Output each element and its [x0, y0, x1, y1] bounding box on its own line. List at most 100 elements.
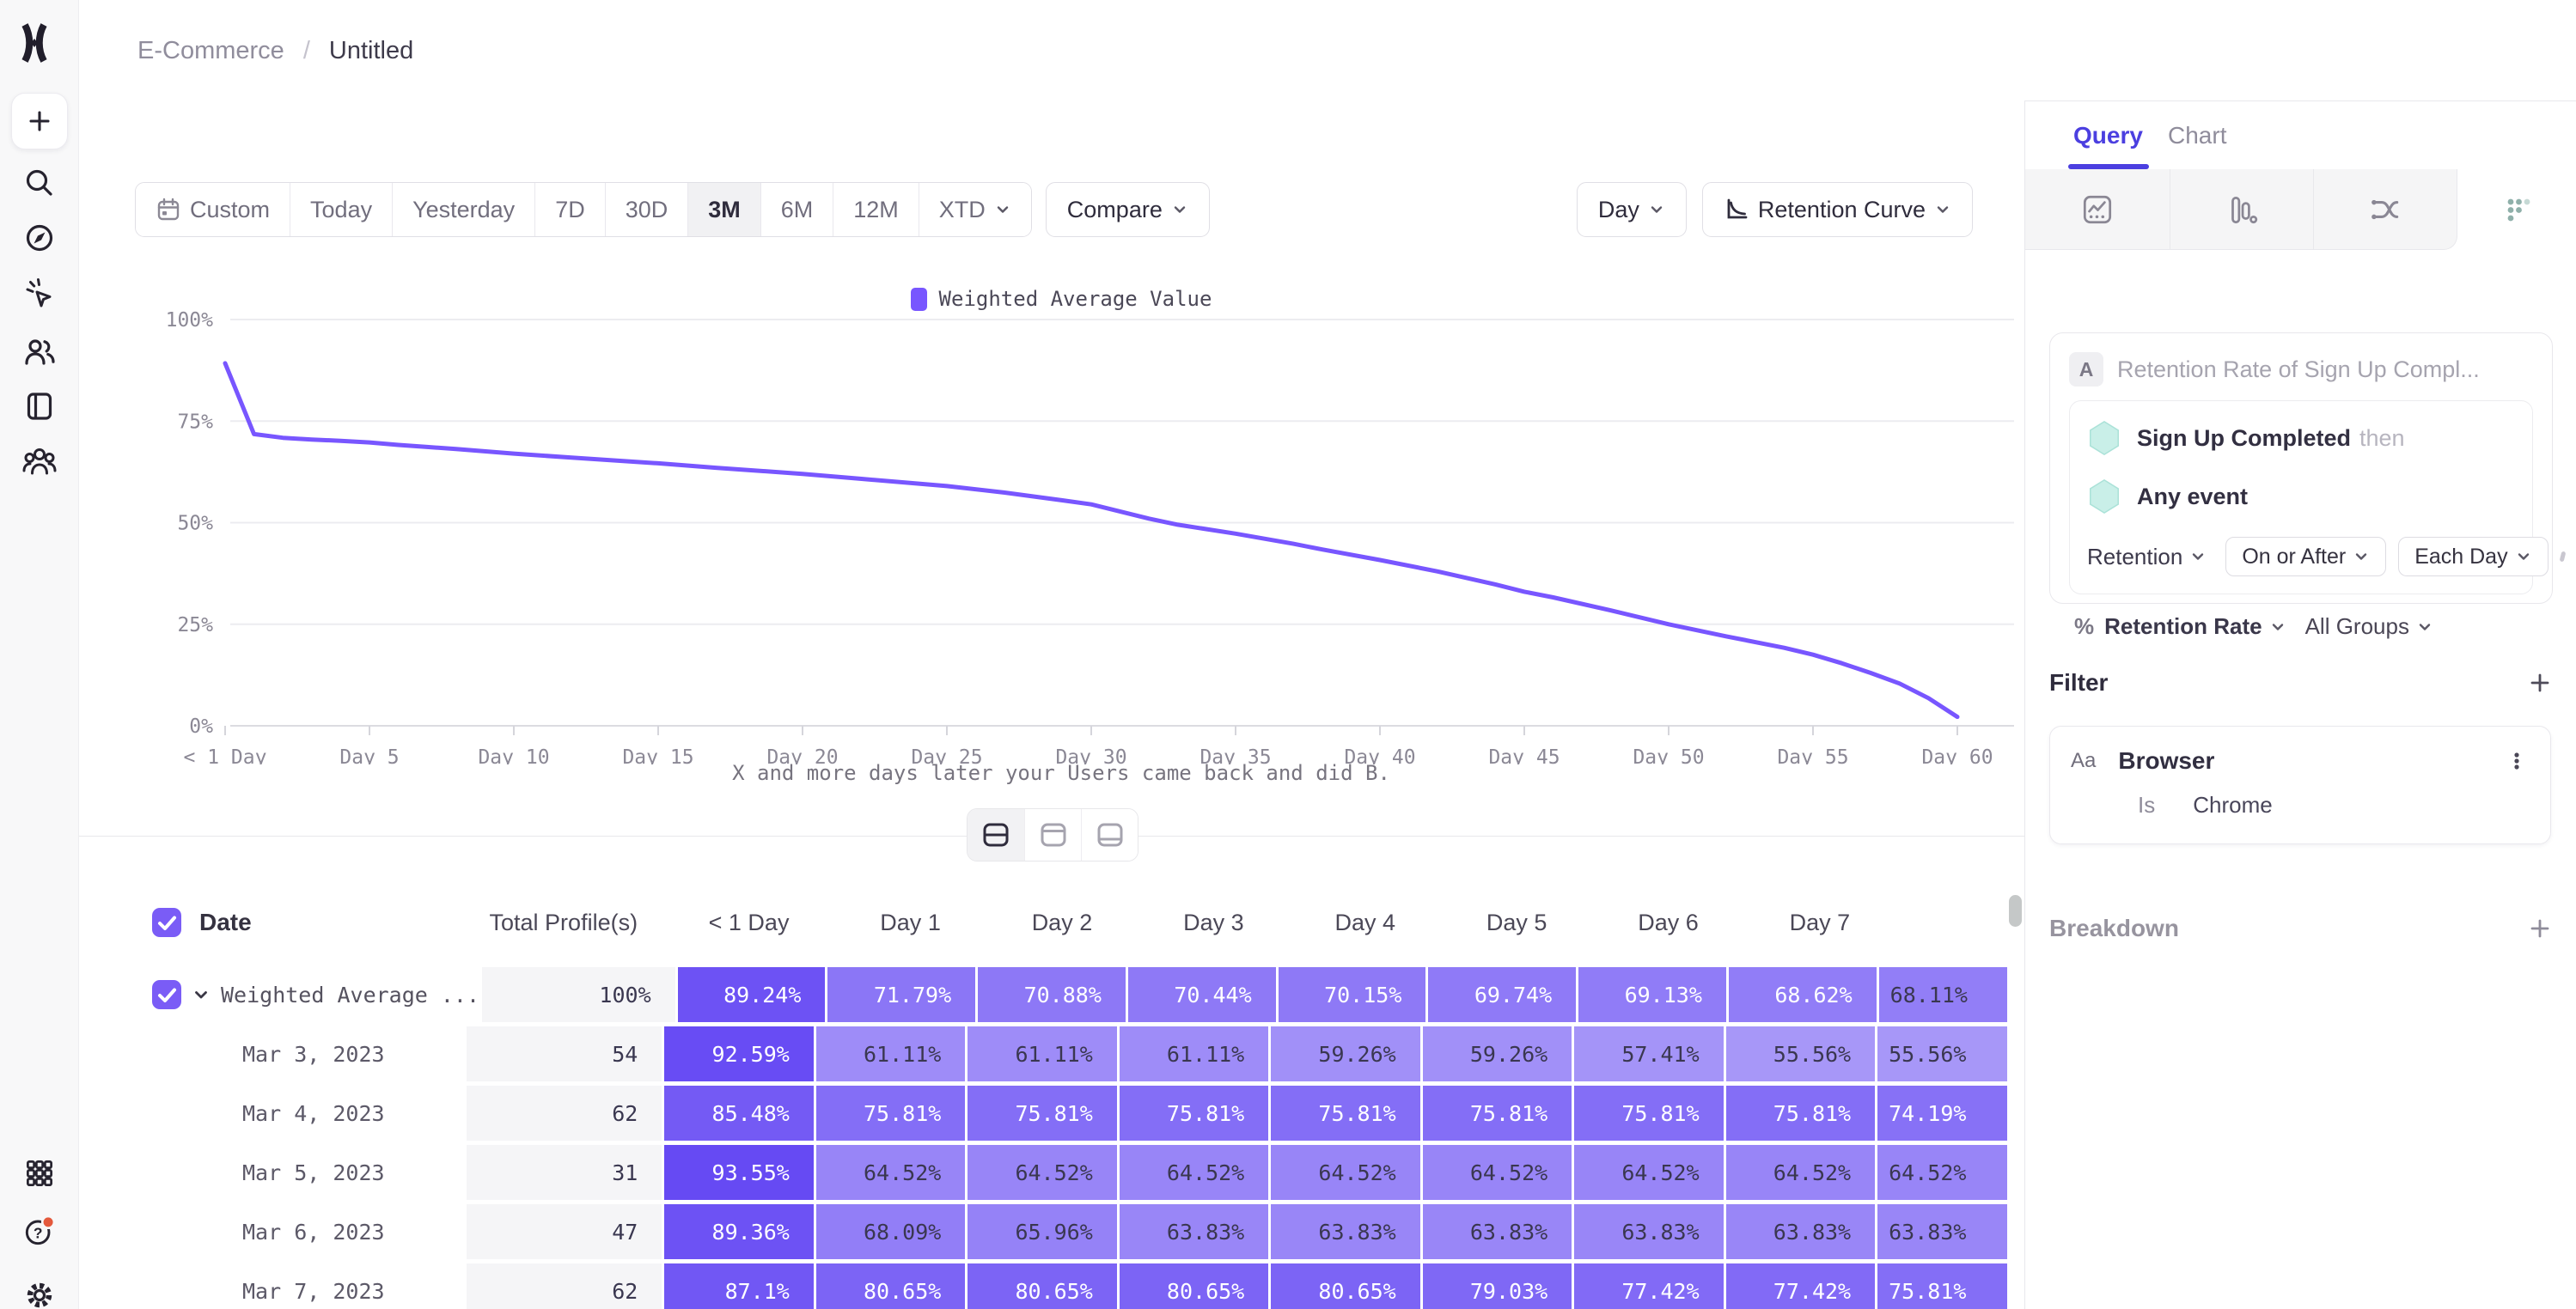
range-6m[interactable]: 6M — [760, 183, 833, 236]
event-hexagon-icon — [2087, 420, 2121, 456]
retention-cell: 75.81% — [1574, 1086, 1723, 1141]
retention-cell: 63.83% — [1271, 1204, 1419, 1259]
breadcrumb-parent[interactable]: E-Commerce — [137, 37, 284, 65]
range-xtd[interactable]: XTD — [919, 183, 1031, 236]
table-row[interactable]: Mar 3, 20235492.59%61.11%61.11%61.11%59.… — [129, 1026, 2007, 1081]
range-3m[interactable]: 3M — [687, 183, 760, 236]
app-logo-icon[interactable] — [15, 22, 53, 64]
query-title[interactable]: Retention Rate of Sign Up Compl... — [2117, 356, 2480, 383]
column-header: Day 7 — [1725, 897, 1874, 948]
column-header-date: Date — [199, 909, 252, 936]
cohorts-icon[interactable] — [21, 442, 58, 480]
retention-cell: 63.83% — [1423, 1204, 1572, 1259]
column-header: Day 3 — [1119, 897, 1267, 948]
table-scrollbar-thumb[interactable] — [2009, 895, 2022, 927]
chart-type-button[interactable]: Retention Curve — [1702, 182, 1973, 237]
retention-cell: 63.83% — [1877, 1204, 2007, 1259]
retention-cell: 68.62% — [1729, 967, 1877, 1022]
retention-cell: 68.09% — [816, 1204, 965, 1259]
range-yesterday[interactable]: Yesterday — [392, 183, 534, 236]
filter-value[interactable]: Chrome — [2193, 792, 2272, 819]
table-row[interactable]: Mar 6, 20234789.36%68.09%65.96%63.83%63.… — [129, 1204, 2007, 1259]
retention-cell: 75.81% — [1423, 1086, 1572, 1141]
select-all-checkbox[interactable] — [152, 908, 181, 937]
retention-cell: 63.83% — [1726, 1204, 1875, 1259]
notification-dot — [42, 1216, 54, 1228]
retention-cell: 69.13% — [1578, 967, 1726, 1022]
row-checkbox[interactable] — [152, 980, 181, 1009]
total-profiles-cell: 31 — [467, 1145, 662, 1200]
retention-type-dropdown[interactable]: Retention — [2087, 544, 2207, 570]
column-header: Total Profile(s) — [467, 897, 662, 948]
toggle-split-view[interactable] — [968, 809, 1024, 861]
app-window: ? E-Commerce / Untitled — [0, 0, 2576, 1309]
filter-heading: Filter — [2049, 669, 2108, 697]
help-icon[interactable]: ? — [21, 1212, 58, 1250]
boards-icon[interactable] — [21, 387, 58, 425]
query-panel: Query Chart — [2024, 0, 2576, 1309]
groups-dropdown[interactable]: All Groups — [2297, 613, 2433, 640]
series-badge: A — [2069, 352, 2103, 387]
apps-grid-icon[interactable] — [21, 1154, 58, 1192]
filter-kebab-icon[interactable] — [2504, 748, 2530, 774]
users-icon[interactable] — [21, 333, 58, 371]
breadcrumb-current[interactable]: Untitled — [329, 37, 413, 65]
filter-property[interactable]: Browser — [2118, 747, 2214, 775]
filter-card[interactable]: Aa Browser Is Chrome — [2049, 726, 2551, 844]
retention-cell: 85.48% — [664, 1086, 813, 1141]
toggle-table-only[interactable] — [1081, 809, 1138, 861]
add-filter-icon[interactable] — [2527, 670, 2553, 696]
report-type-flows[interactable] — [2314, 169, 2457, 250]
new-report-button[interactable] — [11, 93, 68, 149]
table-row[interactable]: Mar 5, 20233193.55%64.52%64.52%64.52%64.… — [129, 1145, 2007, 1200]
row-expander[interactable] — [192, 985, 211, 1004]
retention-cell: 80.65% — [1120, 1263, 1268, 1309]
settings-gear-icon[interactable] — [21, 1276, 58, 1309]
event-hexagon-icon — [2087, 478, 2121, 514]
range-7d[interactable]: 7D — [534, 183, 605, 236]
measure-dropdown[interactable]: Retention Rate — [2104, 613, 2286, 640]
toggle-chart-only[interactable] — [1024, 809, 1081, 861]
report-type-funnels[interactable] — [2170, 169, 2314, 250]
filter-operator[interactable]: Is — [2138, 792, 2155, 819]
range-custom[interactable]: Custom — [136, 183, 290, 236]
chevron-down-icon — [2353, 548, 2370, 565]
tab-query[interactable]: Query — [2073, 101, 2143, 169]
row-label: Weighted Average ... — [221, 983, 479, 1008]
report-type-retention[interactable] — [2457, 169, 2576, 250]
calendar-icon — [156, 197, 181, 222]
retention-cell: 64.52% — [816, 1145, 965, 1200]
retention-cell: 80.65% — [816, 1263, 965, 1309]
chevron-down-icon — [2189, 548, 2207, 565]
table-row[interactable]: Weighted Average ...100%89.24%71.79%70.8… — [129, 967, 2007, 1022]
search-icon[interactable] — [21, 164, 58, 202]
date-cell: Mar 6, 2023 — [242, 1220, 385, 1245]
date-cell: Mar 3, 2023 — [242, 1042, 385, 1067]
each-day-dropdown[interactable]: Each Day — [2398, 537, 2548, 576]
on-or-after-dropdown[interactable]: On or After — [2225, 537, 2386, 576]
return-event-row[interactable]: Any event — [2087, 478, 2515, 514]
chevron-down-icon — [1934, 201, 1951, 218]
report-type-insights[interactable] — [2025, 169, 2170, 250]
add-breakdown-icon[interactable] — [2527, 916, 2553, 941]
tab-chart[interactable]: Chart — [2168, 101, 2226, 169]
retention-cell: 55.56% — [1726, 1026, 1875, 1081]
range-12m[interactable]: 12M — [833, 183, 919, 236]
table-row[interactable]: Mar 7, 20236287.1%80.65%80.65%80.65%80.6… — [129, 1263, 2007, 1309]
granularity-button[interactable]: Day — [1577, 182, 1687, 237]
discover-compass-icon[interactable] — [21, 219, 58, 257]
svg-text:?: ? — [34, 1224, 43, 1241]
chevron-down-icon — [1171, 201, 1188, 218]
retention-line[interactable] — [225, 363, 1957, 717]
range-30d[interactable]: 30D — [605, 183, 688, 236]
breadcrumb: E-Commerce / Untitled — [137, 0, 413, 101]
filter-section-header: Filter — [2049, 664, 2553, 702]
events-cursor-icon[interactable] — [21, 276, 58, 314]
table-row[interactable]: Mar 4, 20236285.48%75.81%75.81%75.81%75.… — [129, 1086, 2007, 1141]
first-event-row[interactable]: Sign Up Completed then — [2087, 420, 2515, 456]
total-profiles-cell: 100% — [482, 967, 675, 1022]
range-today[interactable]: Today — [290, 183, 392, 236]
retention-cell: 59.26% — [1423, 1026, 1572, 1081]
breadcrumb-separator: / — [303, 37, 310, 65]
compare-button[interactable]: Compare — [1046, 182, 1210, 237]
